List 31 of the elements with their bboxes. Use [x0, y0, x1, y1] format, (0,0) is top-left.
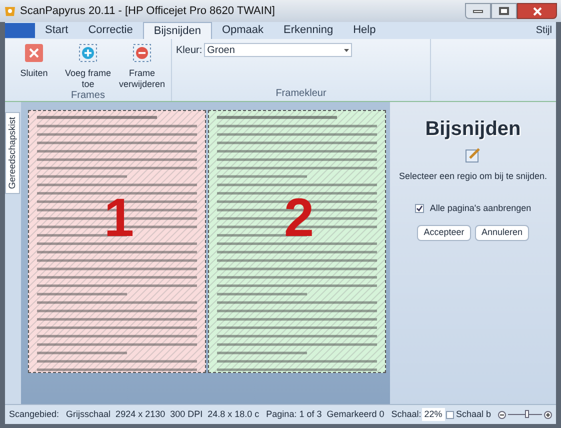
panel-button[interactable]: Annuleren: [475, 225, 529, 241]
apply-all-checkbox[interactable]: Alle pagina's aanbrengen: [414, 202, 532, 215]
group-label: Frames: [70, 90, 106, 103]
ribbon-tab[interactable]: Start: [35, 22, 78, 39]
scale-field[interactable]: 22%: [422, 408, 445, 422]
group-label: Framekleur: [274, 88, 328, 101]
crop-frame[interactable]: 1: [28, 110, 206, 373]
ribbon-button[interactable]: Frame verwijderen: [117, 39, 167, 90]
status-text: Scangebied:: [9, 408, 60, 421]
ribbon-tab[interactable]: Opmaak: [212, 22, 274, 39]
crop-frame[interactable]: 2: [208, 110, 386, 373]
ribbon-button[interactable]: Sluiten: [9, 39, 59, 90]
fit-checkbox[interactable]: Schaal b: [446, 408, 491, 422]
status-text: Schaal:: [391, 408, 422, 421]
instruction-text: Selecteer een regio om bij te snijden.: [398, 170, 548, 183]
side-tab[interactable]: Gereedschapskist: [5, 112, 20, 194]
ribbon-tab[interactable]: Bijsnijden: [142, 22, 212, 39]
status-text: Pagina: 1 of 3 Gemarkeerd 0: [266, 408, 384, 421]
panel-button[interactable]: Accepteer: [417, 225, 471, 241]
color-label: Kleur:: [176, 44, 202, 58]
ribbon-tab[interactable]: Erkenning: [274, 22, 344, 39]
style-menu[interactable]: Stijl: [536, 22, 556, 39]
panel-title: Bijsnijden: [425, 117, 521, 142]
ribbon-tab[interactable]: Correctie: [78, 22, 143, 39]
frame-number: 1: [104, 191, 134, 245]
status-text: Grijsschaal 2924 x 2130 300 DPI 24.8 x 18.0 c: [66, 408, 260, 421]
color-dropdown[interactable]: Groen: [204, 43, 352, 57]
ribbon-button[interactable]: Voeg frame toe: [63, 39, 113, 90]
ribbon-tab[interactable]: Help: [343, 22, 386, 39]
window-title: ScanPapyrus 20.11 - [HP Officejet Pro 8620 TWAIN]: [20, 4, 275, 19]
frame-number: 2: [284, 191, 314, 245]
